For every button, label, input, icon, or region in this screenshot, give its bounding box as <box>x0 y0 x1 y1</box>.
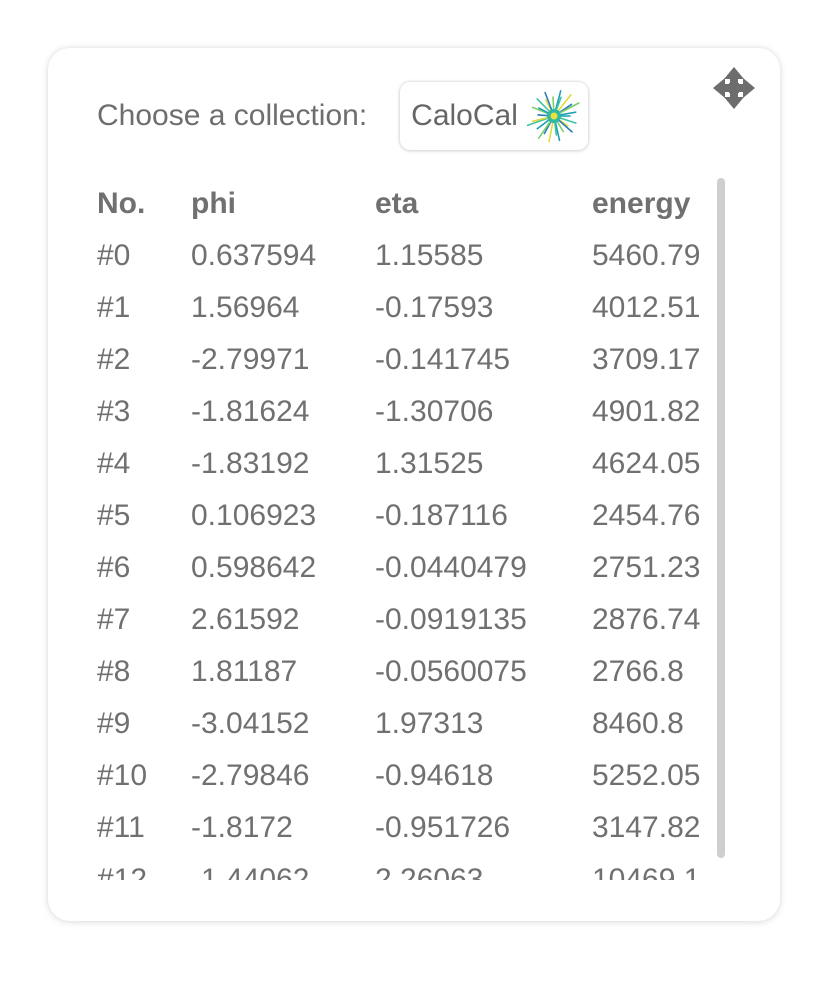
table-row[interactable]: #3 -1.81624 -1.30706 4901.82 <box>97 386 722 438</box>
calorimeter-burst-icon <box>522 85 587 147</box>
table-cell-energy: 4624.05 <box>592 447 701 480</box>
collection-table: No. phi eta energy #0 0.637594 1.15585 5460… <box>97 178 722 880</box>
table-cell-phi: 0.598642 <box>191 551 317 584</box>
table-cell-eta: -0.0560075 <box>375 655 527 688</box>
table-cell-energy: 3147.82 <box>592 811 701 844</box>
table-cell-phi: -2.79971 <box>191 343 310 376</box>
table-cell-phi: 2.61592 <box>191 603 300 636</box>
table-row[interactable]: #5 0.106923 -0.187116 2454.76 <box>97 490 722 542</box>
table-row[interactable]: #9 -3.04152 1.97313 8460.8 <box>97 698 722 750</box>
table-cell-eta: 1.31525 <box>375 447 484 480</box>
table-cell-energy: 5252.05 <box>592 759 701 792</box>
table-cell-eta: -0.94618 <box>375 759 494 792</box>
table-cell-no: #3 <box>97 395 131 428</box>
table-cell-no: #5 <box>97 499 131 532</box>
table-cell-phi: 1.56964 <box>191 291 300 324</box>
table-cell-eta: 1.97313 <box>375 707 484 740</box>
table-cell-energy: 4901.82 <box>592 395 701 428</box>
table-header-row: No. phi eta energy <box>97 178 722 230</box>
table-cell-no: #1 <box>97 291 131 324</box>
table-cell-phi: -1.44062 <box>191 863 310 880</box>
collection-table-container[interactable]: No. phi eta energy #0 0.637594 1.15585 5460… <box>97 178 722 880</box>
table-row[interactable]: #0 0.637594 1.15585 5460.79 <box>97 230 722 282</box>
column-header-no: No. <box>97 187 146 220</box>
table-cell-eta: 1.15585 <box>375 239 484 272</box>
table-cell-energy: 4012.51 <box>592 291 701 324</box>
table-cell-eta: -1.30706 <box>375 395 494 428</box>
table-cell-energy: 2751.23 <box>592 551 701 584</box>
table-row[interactable]: #4 -1.83192 1.31525 4624.05 <box>97 438 722 490</box>
table-cell-phi: -1.81624 <box>191 395 310 428</box>
collection-select[interactable]: CaloCal <box>400 82 589 150</box>
table-cell-phi: 0.637594 <box>191 239 317 272</box>
table-cell-no: #9 <box>97 707 131 740</box>
table-cell-no: #10 <box>97 759 148 792</box>
table-cell-energy: 2766.8 <box>592 655 684 688</box>
table-row[interactable]: #2 -2.79971 -0.141745 3709.17 <box>97 334 722 386</box>
collection-select-value: CaloCal <box>411 99 518 132</box>
table-cell-phi: 0.106923 <box>191 499 317 532</box>
table-scrollbar[interactable] <box>717 178 725 858</box>
table-cell-no: #0 <box>97 239 131 272</box>
table-cell-no: #12 <box>97 863 148 880</box>
table-cell-eta: -0.0919135 <box>375 603 527 636</box>
table-cell-no: #6 <box>97 551 131 584</box>
table-cell-eta: 2.26063 <box>375 863 484 880</box>
collection-chooser: Choose a collection: CaloCal <box>97 82 589 150</box>
table-cell-no: #8 <box>97 655 131 688</box>
table-row[interactable]: #10 -2.79846 -0.94618 5252.05 <box>97 750 722 802</box>
table-cell-energy: 2876.74 <box>592 603 701 636</box>
table-cell-eta: -0.187116 <box>375 499 508 532</box>
table-cell-energy: 5460.79 <box>592 239 701 272</box>
table-row[interactable]: #1 1.56964 -0.17593 4012.51 <box>97 282 722 334</box>
table-cell-phi: 1.81187 <box>191 655 298 688</box>
table-row[interactable]: #11 -1.8172 -0.951726 3147.82 <box>97 802 722 854</box>
table-cell-energy: 10469.1 <box>592 863 701 880</box>
column-header-energy: energy <box>592 187 691 220</box>
move-arrows-icon[interactable] <box>712 66 756 110</box>
table-row[interactable]: #8 1.81187 -0.0560075 2766.8 <box>97 646 722 698</box>
table-cell-eta: -0.951726 <box>375 811 511 844</box>
collection-label: Choose a collection: <box>97 99 368 132</box>
table-cell-phi: -1.83192 <box>191 447 310 480</box>
column-header-phi: phi <box>191 187 236 220</box>
table-cell-phi: -3.04152 <box>191 707 310 740</box>
collection-panel: Choose a collection: CaloCal No. phi eta… <box>48 48 780 921</box>
table-cell-energy: 8460.8 <box>592 707 684 740</box>
table-cell-no: #7 <box>97 603 131 636</box>
table-cell-eta: -0.141745 <box>375 343 511 376</box>
table-cell-energy: 2454.76 <box>592 499 701 532</box>
table-cell-eta: -0.17593 <box>375 291 494 324</box>
table-cell-phi: -2.79846 <box>191 759 310 792</box>
table-cell-no: #2 <box>97 343 131 376</box>
table-row[interactable]: #7 2.61592 -0.0919135 2876.74 <box>97 594 722 646</box>
column-header-eta: eta <box>375 187 419 220</box>
table-row[interactable]: #12 -1.44062 2.26063 10469.1 <box>97 854 722 880</box>
table-cell-energy: 3709.17 <box>592 343 701 376</box>
table-row[interactable]: #6 0.598642 -0.0440479 2751.23 <box>97 542 722 594</box>
table-cell-phi: -1.8172 <box>191 811 293 844</box>
table-cell-eta: -0.0440479 <box>375 551 527 584</box>
table-cell-no: #11 <box>97 811 145 844</box>
table-cell-no: #4 <box>97 447 131 480</box>
